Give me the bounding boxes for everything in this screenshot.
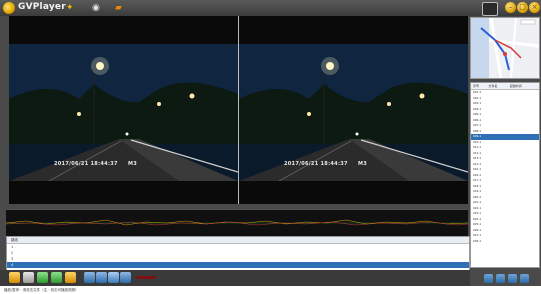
- app-logo-icon: [3, 2, 15, 14]
- status-bar: 播放/暂停：请双击文件（注：双击可播放视频）: [0, 286, 541, 294]
- map-view[interactable]: [470, 17, 540, 79]
- speed-slider[interactable]: [136, 276, 156, 279]
- route-table: 路线 1 2 3 4: [6, 236, 470, 271]
- table-header: 路线: [7, 237, 469, 244]
- map-toolbar: [470, 270, 540, 286]
- column-header[interactable]: 文件名: [489, 83, 510, 89]
- column-header[interactable]: [533, 83, 539, 89]
- export-icon[interactable]: [51, 272, 62, 283]
- file-list-row[interactable]: 028-1: [471, 239, 539, 245]
- app-window: GVPlayer ✦ ◉ ▰ – □ × 2017/06/21 18:44:37…: [0, 0, 541, 294]
- file-list-cell: [489, 239, 510, 245]
- open-folder-icon[interactable]: [9, 272, 20, 283]
- video-timestamp-right: 2017/06/21 18:44:37 M3: [284, 161, 367, 167]
- fullscreen-icon[interactable]: [520, 274, 529, 283]
- video-timestamp-left: 2017/06/21 18:44:37 M3: [54, 161, 137, 167]
- gps-signal-icon: [482, 2, 498, 16]
- table-cell: [367, 262, 467, 268]
- column-header[interactable]: [367, 237, 467, 243]
- video-panel-left[interactable]: 2017/06/21 18:44:37 M3: [9, 16, 238, 204]
- file-list-header: 序号 文件名 起始时间: [471, 83, 539, 90]
- file-list-rows: 001-1 002-1 003-1 004-1 005-1 006-1 007-1 008-1…: [471, 90, 539, 244]
- column-header[interactable]: [187, 237, 281, 243]
- timestamp-text: 2017/06/21 18:44:37: [284, 161, 348, 167]
- timeline-waveform: [5, 219, 469, 226]
- play-icon[interactable]: [108, 272, 119, 283]
- zoom-in-icon[interactable]: [484, 274, 493, 283]
- table-cell: 4: [11, 263, 14, 267]
- folder-icon[interactable]: ▰: [115, 2, 122, 14]
- column-header[interactable]: [91, 237, 187, 243]
- table-cell: [187, 262, 281, 268]
- channel-text: M3: [358, 161, 368, 167]
- column-header[interactable]: 序号: [471, 83, 489, 89]
- next-icon[interactable]: [120, 272, 131, 283]
- video-panel-right[interactable]: 2017/06/21 18:44:37 M3: [239, 16, 468, 204]
- snapshot-icon[interactable]: [37, 272, 48, 283]
- open-file-icon[interactable]: [23, 272, 34, 283]
- table-cell: [281, 262, 367, 268]
- column-header[interactable]: 起始时间: [510, 83, 533, 89]
- column-header[interactable]: [281, 237, 367, 243]
- channel-text: M3: [128, 161, 138, 167]
- settings-icon[interactable]: ✦: [66, 2, 74, 14]
- minimize-icon[interactable]: –: [505, 2, 516, 13]
- zoom-out-icon[interactable]: [496, 274, 505, 283]
- app-title: GVPlayer: [18, 2, 66, 12]
- playback-toolbar: [0, 270, 470, 286]
- title-bar: GVPlayer ✦ ◉ ▰ – □ ×: [0, 0, 541, 16]
- file-list: 序号 文件名 起始时间 001-1 002-1 003-1 004-1 005-1 006…: [470, 82, 540, 268]
- column-header[interactable]: 路线: [7, 237, 91, 243]
- locate-icon[interactable]: [508, 274, 517, 283]
- timestamp-text: 2017/06/21 18:44:37: [54, 161, 118, 167]
- maximize-icon[interactable]: □: [517, 2, 528, 13]
- close-icon[interactable]: ×: [529, 2, 540, 13]
- save-icon[interactable]: [65, 272, 76, 283]
- record-icon[interactable]: ◉: [92, 2, 100, 14]
- table-row-selected[interactable]: 4: [7, 262, 469, 268]
- previous-icon[interactable]: [84, 272, 95, 283]
- file-list-cell: [533, 239, 539, 245]
- table-cell: [91, 262, 187, 268]
- file-list-cell: [510, 239, 533, 245]
- file-list-cell: 028-1: [473, 238, 482, 243]
- timeline-track[interactable]: [5, 209, 469, 237]
- stop-icon[interactable]: [96, 272, 107, 283]
